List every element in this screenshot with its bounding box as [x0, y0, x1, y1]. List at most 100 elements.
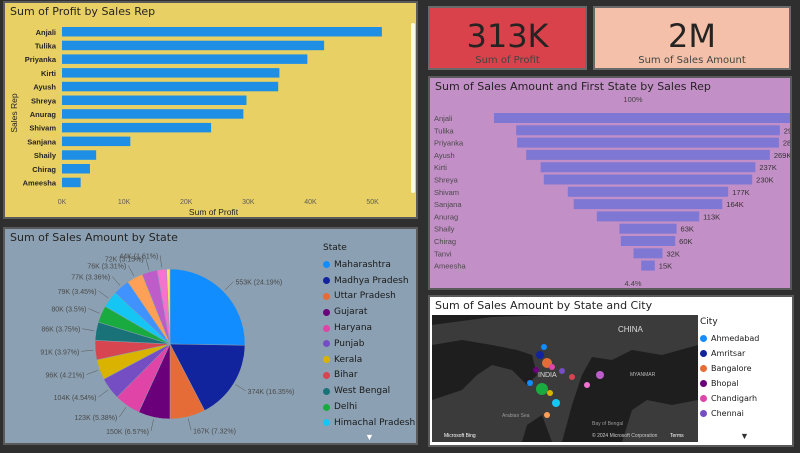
map-point[interactable] — [536, 383, 548, 395]
profit-bar[interactable] — [62, 54, 308, 64]
funnel-bar[interactable] — [516, 125, 780, 136]
legend-scroll-down-icon[interactable]: ▼ — [365, 432, 374, 442]
map-visual[interactable]: CHINA INDIA MYANMAR Arabian Sea Bay of B… — [432, 315, 698, 442]
map-point[interactable] — [541, 344, 547, 350]
legend-dot-icon — [700, 395, 707, 402]
legend-dot-icon — [323, 292, 330, 300]
profit-by-rep-panel[interactable]: Sum of Profit by Sales Rep 0K 10K 20K 30K 40… — [3, 1, 418, 219]
map-point[interactable] — [584, 382, 590, 388]
state-legend-item[interactable]: Punjab — [323, 336, 415, 352]
pie-chart[interactable]: 553K (24.19%) 374K (16.35%) 167K (7.32%) 15… — [5, 229, 305, 443]
pie-data-label: 91K (3.97%) — [40, 349, 79, 356]
state-legend-item[interactable]: Maharashtra — [323, 257, 415, 273]
legend-dot-icon — [323, 371, 330, 379]
map-terms-link[interactable]: Terms — [670, 433, 684, 439]
map-point[interactable] — [559, 368, 565, 374]
map-point[interactable] — [549, 364, 555, 370]
legend-dot-icon — [323, 419, 330, 427]
map-point[interactable] — [569, 374, 575, 380]
x-axis-title: Sum of Profit — [189, 207, 239, 217]
funnel-chart[interactable]: 100% Anjali Tulika 291K Priyanka 289K Ayush 269… — [430, 78, 790, 288]
profit-bar[interactable] — [62, 122, 212, 133]
funnel-bar[interactable] — [619, 223, 677, 234]
map-panel[interactable]: Sum of Sales Amount by State and City CH… — [428, 295, 794, 447]
pie-leader-line — [224, 281, 234, 291]
state-legend-item[interactable]: West Bengal — [323, 383, 415, 399]
map-point[interactable] — [536, 351, 544, 359]
profit-bar[interactable] — [62, 136, 131, 147]
city-legend-item[interactable]: Amritsar — [700, 346, 759, 361]
state-legend-item[interactable]: Gujarat — [323, 304, 415, 320]
map-point[interactable] — [527, 380, 533, 386]
profit-bar-chart[interactable]: 0K 10K 20K 30K 40K 50K Anjali Tulika Priyanka Kir… — [5, 3, 416, 217]
funnel-bar[interactable] — [567, 186, 729, 197]
profit-bar[interactable] — [62, 150, 97, 160]
map-point[interactable] — [552, 399, 560, 407]
legend-label: Uttar Pradesh — [334, 291, 396, 302]
pie-leader-line — [111, 276, 121, 286]
legend-dot-icon — [323, 356, 330, 364]
funnel-bar[interactable] — [641, 260, 655, 271]
funnel-bar[interactable] — [543, 174, 753, 185]
sales-card[interactable]: 2M Sum of Sales Amount — [593, 6, 791, 70]
map-point[interactable] — [544, 412, 550, 418]
map-chart-title: Sum of Sales Amount by State and City — [435, 299, 653, 312]
map-point[interactable] — [596, 371, 604, 379]
state-legend-item[interactable]: Delhi — [323, 399, 415, 415]
map-label-myanmar: MYANMAR — [630, 372, 656, 378]
funnel-data-label: 15K — [659, 262, 672, 271]
funnel-bar[interactable] — [573, 199, 723, 210]
funnel-bar[interactable] — [517, 137, 779, 148]
map-brand: Microsoft Bing — [444, 433, 476, 439]
funnel-bar[interactable] — [633, 248, 663, 259]
profit-card-label: Sum of Profit — [475, 55, 540, 66]
funnel-panel[interactable]: Sum of Sales Amount and First State by S… — [428, 76, 792, 290]
map-label-arabian-sea: Arabian Sea — [502, 413, 530, 419]
profit-card[interactable]: 313K Sum of Profit — [428, 6, 587, 70]
map-attribution: © 2024 Microsoft Corporation — [592, 432, 658, 439]
profit-bar[interactable] — [62, 81, 279, 92]
funnel-bar[interactable] — [620, 236, 676, 246]
profit-bar[interactable] — [62, 164, 90, 174]
state-legend-item[interactable]: Bihar — [323, 368, 415, 384]
legend-label: West Bengal — [334, 386, 391, 397]
map-point[interactable] — [547, 390, 553, 396]
funnel-category-label: Tanvi — [434, 249, 452, 258]
profit-bar[interactable] — [62, 177, 81, 188]
profit-bar[interactable] — [62, 68, 280, 78]
sales-by-state-panel[interactable]: Sum of Sales Amount by State 553K (24.19… — [3, 227, 418, 445]
city-legend-item[interactable]: Chandigarh — [700, 391, 759, 406]
legend-label: Maharashtra — [334, 259, 391, 270]
state-legend-item[interactable]: Haryana — [323, 320, 415, 336]
y-category-label: Shivam — [29, 124, 56, 133]
pie-leader-line — [86, 370, 98, 375]
funnel-category-label: Anjali — [434, 114, 453, 123]
state-legend-item[interactable]: Kerala — [323, 352, 415, 368]
funnel-bar[interactable] — [540, 162, 756, 173]
city-legend-scroll-icon[interactable]: ▼ — [740, 431, 749, 441]
profit-bar[interactable] — [62, 27, 382, 37]
pie-slice[interactable] — [169, 268, 246, 346]
pie-data-label: 553K (24.19%) — [235, 280, 282, 287]
state-legend-title: State — [323, 243, 347, 253]
y-category-label: Anjali — [36, 28, 56, 37]
funnel-bar[interactable] — [596, 211, 700, 222]
city-legend-item[interactable]: Bangalore — [700, 361, 759, 376]
funnel-bar[interactable] — [526, 149, 770, 160]
state-legend-item[interactable]: Himachal Pradesh — [323, 415, 415, 431]
state-legend-item[interactable]: Madhya Pradesh — [323, 273, 415, 289]
city-legend-item[interactable]: Bhopal — [700, 376, 759, 391]
city-legend-item[interactable]: Chennai — [700, 406, 759, 421]
pie-leader-line — [128, 265, 135, 277]
city-legend-item[interactable]: Ahmedabad — [700, 331, 759, 346]
y-category-label: Shreya — [31, 96, 57, 105]
profit-bar[interactable] — [62, 109, 244, 119]
profit-bar[interactable] — [62, 95, 247, 106]
x-tick-label: 30K — [242, 199, 255, 206]
profit-bar[interactable] — [62, 40, 325, 51]
funnel-bar[interactable] — [494, 113, 790, 123]
pie-data-label: 123K (5.38%) — [74, 415, 117, 422]
legend-dot-icon — [700, 335, 707, 342]
profit-scrollbar[interactable] — [411, 23, 415, 193]
state-legend-item[interactable]: Uttar Pradesh — [323, 289, 415, 305]
